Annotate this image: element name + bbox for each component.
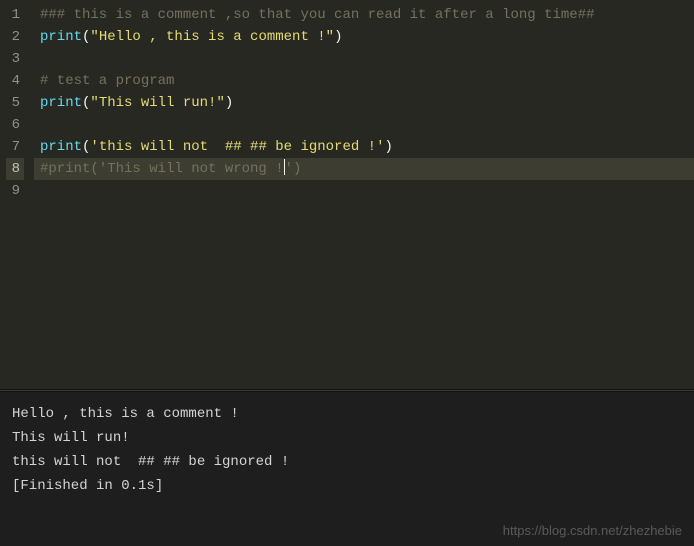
line-number: 4 <box>6 70 24 92</box>
code-line[interactable]: print('this will not ## ## be ignored !'… <box>34 136 694 158</box>
code-line[interactable]: print("Hello , this is a comment !") <box>34 26 694 48</box>
line-number: 7 <box>6 136 24 158</box>
code-token: ') <box>285 161 302 177</box>
code-line[interactable]: print("This will run!") <box>34 92 694 114</box>
code-token: #print('This will not wrong ! <box>40 161 284 177</box>
output-line: this will not ## ## be ignored ! <box>12 450 682 474</box>
code-line[interactable] <box>34 48 694 70</box>
code-token: print <box>40 95 82 111</box>
watermark-text: https://blog.csdn.net/zhezhebie <box>503 523 682 538</box>
code-token: "Hello , this is a comment !" <box>90 29 334 45</box>
code-token: ) <box>384 139 392 155</box>
line-number: 5 <box>6 92 24 114</box>
line-number: 8 <box>6 158 24 180</box>
line-number: 3 <box>6 48 24 70</box>
code-line[interactable] <box>34 180 694 202</box>
code-line[interactable]: ### this is a comment ,so that you can r… <box>34 4 694 26</box>
code-text-area[interactable]: ### this is a comment ,so that you can r… <box>34 0 694 389</box>
code-token: print <box>40 139 82 155</box>
build-output-pane[interactable]: Hello , this is a comment !This will run… <box>0 392 694 546</box>
code-line[interactable] <box>34 114 694 136</box>
code-editor-pane[interactable]: 123456789 ### this is a comment ,so that… <box>0 0 694 389</box>
line-number: 1 <box>6 4 24 26</box>
code-token: "This will run!" <box>90 95 224 111</box>
line-number: 6 <box>6 114 24 136</box>
line-number: 9 <box>6 180 24 202</box>
code-token: ) <box>334 29 342 45</box>
code-token: ### this is a comment ,so that you can r… <box>40 7 595 23</box>
code-token: ) <box>225 95 233 111</box>
line-number-gutter: 123456789 <box>0 0 34 389</box>
code-line[interactable]: # test a program <box>34 70 694 92</box>
line-number: 2 <box>6 26 24 48</box>
code-token: print <box>40 29 82 45</box>
output-line: This will run! <box>12 426 682 450</box>
code-line[interactable]: #print('This will not wrong !') <box>34 158 694 180</box>
code-token: # test a program <box>40 73 174 89</box>
output-line: Hello , this is a comment ! <box>12 402 682 426</box>
output-line: [Finished in 0.1s] <box>12 474 682 498</box>
code-token: 'this will not ## ## be ignored !' <box>90 139 384 155</box>
